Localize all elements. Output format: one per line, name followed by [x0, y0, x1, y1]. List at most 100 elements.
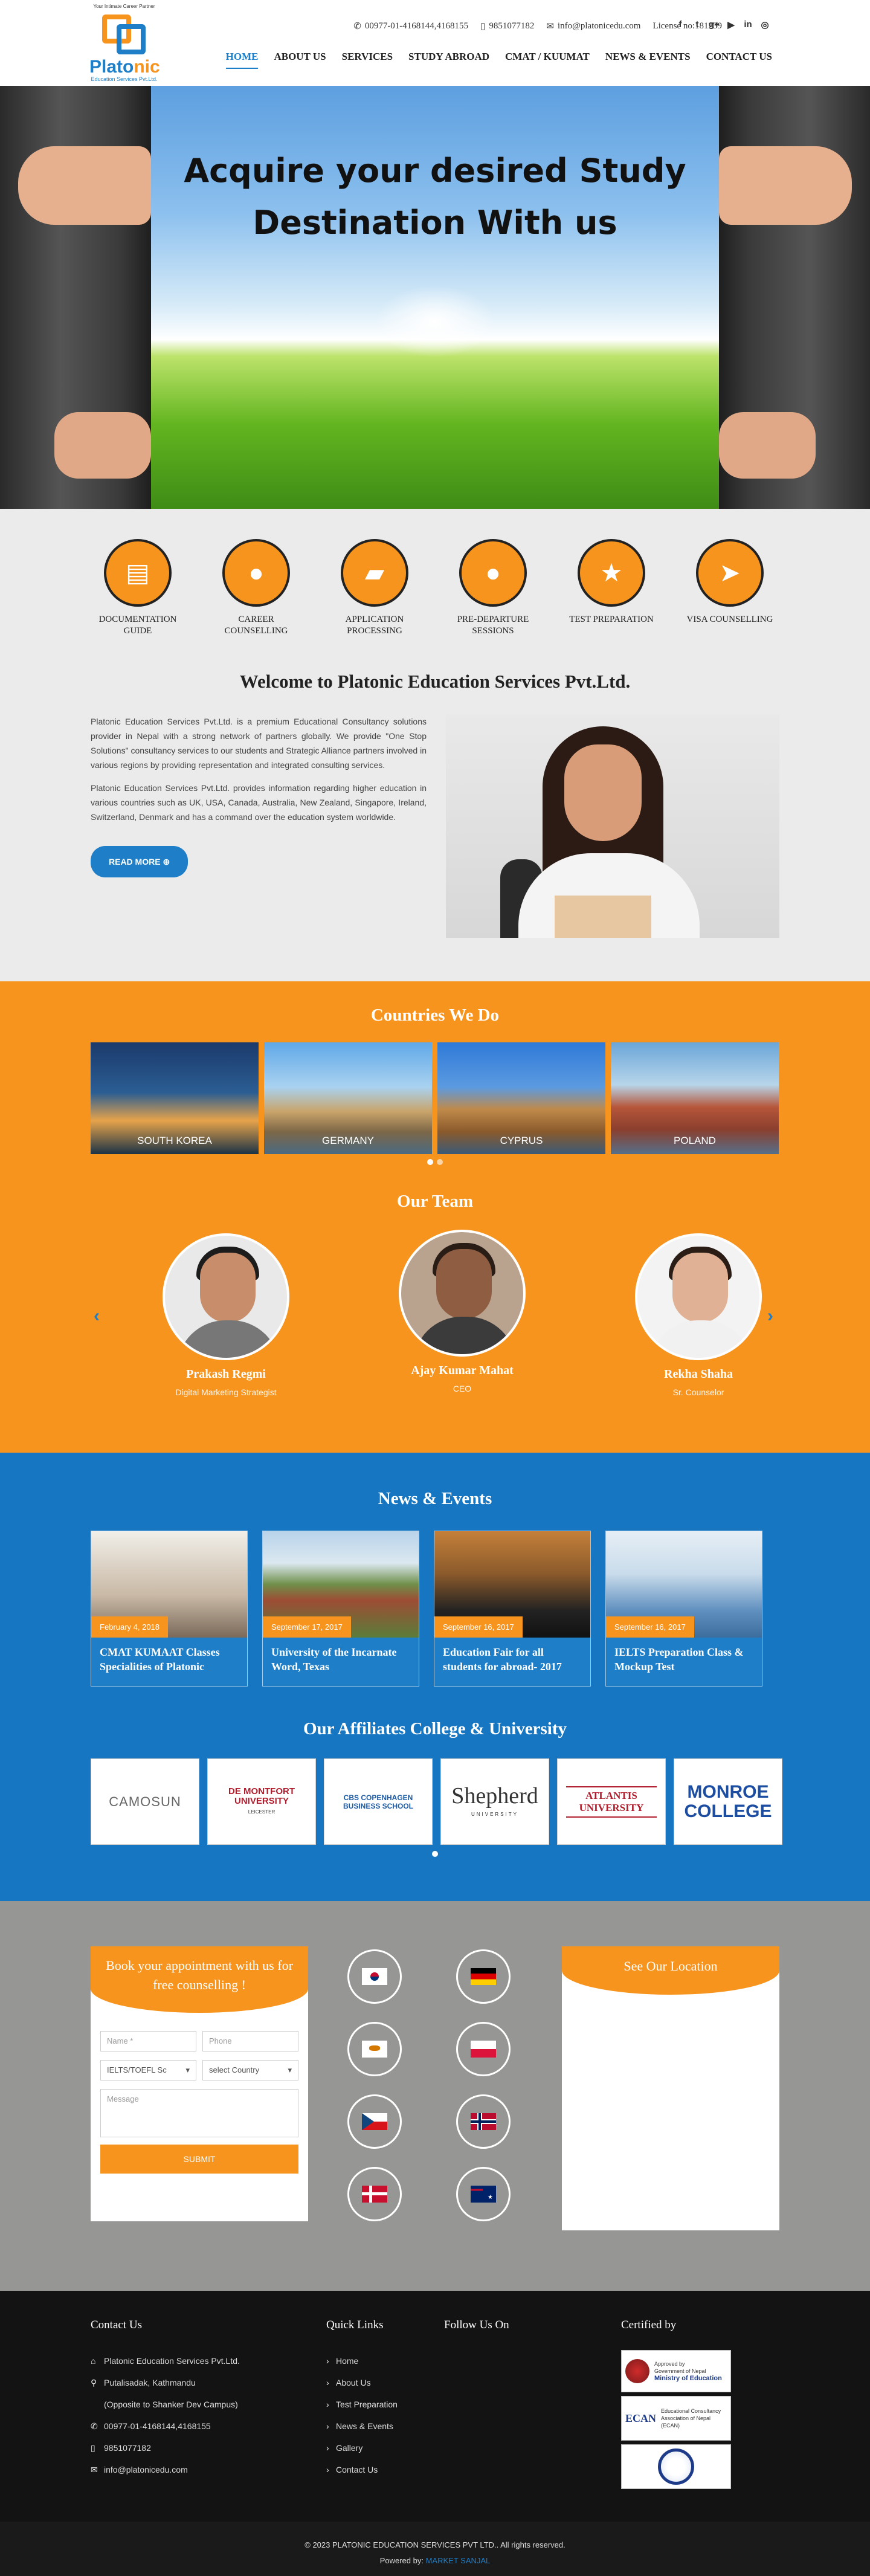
service-list: ▤ DOCUMENTATION GUIDE ● CAREER COUNSELLING… — [0, 539, 870, 637]
news-card[interactable]: September 17, 2017 University of the Inc… — [262, 1531, 419, 1687]
location-map[interactable]: See Our Location — [562, 1946, 779, 2230]
logo-subtitle: Education Services Pvt.Ltd. — [91, 76, 158, 82]
czech-flag-icon[interactable] — [347, 2094, 402, 2149]
footer-link-about[interactable]: › About Us — [326, 2372, 398, 2394]
team-member: Prakash Regmi Digital Marketing Strategis… — [160, 1233, 292, 1397]
chevron-down-icon: ▾ — [288, 2065, 292, 2074]
hero-sun — [375, 285, 495, 358]
footer-quick-links: Quick Links › Home › About Us › Test Prepar… — [326, 2319, 398, 2481]
norway-flag-icon[interactable] — [456, 2094, 511, 2149]
nav-contact-us[interactable]: CONTACT US — [706, 51, 772, 69]
chevron-right-icon[interactable]: › — [767, 1306, 773, 1326]
country-card[interactable]: SOUTH KOREA — [91, 1042, 259, 1154]
footer-link-contact[interactable]: › Contact Us — [326, 2459, 398, 2481]
hero-hand — [54, 412, 151, 479]
seal-icon — [658, 2448, 694, 2485]
hero-banner: Acquire your desired Study Destination Wi… — [0, 86, 870, 509]
nav-cmat-kuumat[interactable]: CMAT / KUUMAT — [505, 51, 590, 69]
welcome-paragraph: Platonic Education Services Pvt.Ltd. pro… — [91, 783, 427, 822]
google-plus-icon[interactable]: g+ — [709, 19, 720, 30]
certificate-moe: Approved by Government of Nepal Ministry o… — [621, 2350, 731, 2392]
country-select[interactable]: select Country ▾ — [202, 2060, 298, 2080]
country-carousel: SOUTH KOREA GERMANY CYPRUS POLAND — [91, 1042, 870, 1154]
affiliate-logo[interactable]: CAMOSUN — [91, 1758, 199, 1845]
social-links: f t g+ ▶ in ◎ — [675, 19, 770, 30]
denmark-flag-icon[interactable] — [347, 2167, 402, 2221]
nav-news-events[interactable]: NEWS & EVENTS — [605, 51, 691, 69]
member-photo — [635, 1233, 762, 1360]
pagination-dot[interactable] — [427, 1159, 433, 1165]
affiliate-logo[interactable]: ATLANTIS UNIVERSITY — [557, 1758, 666, 1845]
send-icon: ➤ — [696, 539, 764, 607]
germany-flag-icon[interactable] — [456, 1949, 511, 2004]
read-more-button[interactable]: READ MORE ⊕ — [91, 846, 188, 877]
country-card[interactable]: CYPRUS — [437, 1042, 605, 1154]
footer-link-news[interactable]: › News & Events — [326, 2415, 398, 2437]
service-item[interactable]: ▰ APPLICATION PROCESSING — [329, 539, 420, 637]
cyprus-flag-icon[interactable] — [347, 2022, 402, 2076]
powered-by-link[interactable]: MARKET SANJAL — [426, 2556, 491, 2565]
service-item[interactable]: ➤ VISA COUNSELLING — [685, 539, 775, 637]
counselling-form: Name * Phone IELTS/TOEFL Sc ▾ select Cou… — [91, 2013, 308, 2174]
footer-link-test-prep[interactable]: › Test Preparation — [326, 2394, 398, 2415]
logo-tagline: Your Intimate Career Partner — [93, 4, 155, 9]
news-image: September 16, 2017 — [606, 1531, 762, 1638]
site-header: Your Intimate Career Partner Platonic Ed… — [0, 0, 870, 86]
service-item[interactable]: ● CAREER COUNSELLING — [211, 539, 301, 637]
news-title: News & Events — [378, 1489, 492, 1508]
nav-home[interactable]: HOME — [225, 51, 259, 69]
news-image: February 4, 2018 — [91, 1531, 247, 1638]
test-select[interactable]: IELTS/TOEFL Sc ▾ — [100, 2060, 196, 2080]
logo-mark-icon — [98, 11, 150, 57]
map-marker-icon: ⚲ — [91, 2378, 97, 2387]
mobile-info: ▯ 9851077182 — [480, 21, 535, 31]
nav-services[interactable]: SERVICES — [342, 51, 393, 69]
news-card[interactable]: September 16, 2017 IELTS Preparation Cla… — [605, 1531, 762, 1687]
pagination-dot[interactable] — [437, 1159, 443, 1165]
instagram-icon[interactable]: ◎ — [759, 19, 770, 30]
footer-link-home[interactable]: › Home — [326, 2350, 398, 2372]
poland-flag-icon[interactable] — [456, 2022, 511, 2076]
affiliate-logo[interactable]: Shepherd UNIVERSITY — [440, 1758, 549, 1845]
service-item[interactable]: ● PRE-DEPARTURE SESSIONS — [448, 539, 538, 637]
copyright-bar: © 2023 PLATONIC EDUCATION SERVICES PVT L… — [0, 2522, 870, 2576]
australia-flag-icon[interactable]: ★ — [456, 2167, 511, 2221]
news-card[interactable]: September 16, 2017 Education Fair for al… — [434, 1531, 591, 1687]
affiliate-logo[interactable]: DE MONTFORT UNIVERSITY LEICESTER — [207, 1758, 316, 1845]
twitter-icon[interactable]: t — [692, 19, 703, 30]
location-title: See Our Location — [562, 1946, 779, 1995]
youtube-icon[interactable]: ▶ — [726, 19, 736, 30]
affiliate-logo[interactable]: CBS COPENHAGEN BUSINESS SCHOOL — [324, 1758, 433, 1845]
country-card[interactable]: GERMANY — [264, 1042, 432, 1154]
member-photo — [399, 1230, 526, 1357]
message-field[interactable]: Message — [100, 2089, 298, 2137]
footer-link-gallery[interactable]: › Gallery — [326, 2437, 398, 2459]
service-item[interactable]: ▤ DOCUMENTATION GUIDE — [92, 539, 183, 637]
affiliate-logo[interactable]: MONROE COLLEGE — [674, 1758, 782, 1845]
nav-about-us[interactable]: ABOUT US — [274, 51, 326, 69]
certificate-ecan: ECAN Educational Consultancy Association… — [621, 2396, 731, 2441]
submit-button[interactable]: SUBMIT — [100, 2145, 298, 2174]
footer-follow: Follow Us On — [444, 2319, 509, 2331]
chevron-left-icon[interactable]: ‹ — [94, 1306, 100, 1326]
name-field[interactable]: Name * — [100, 2031, 196, 2051]
country-card[interactable]: POLAND — [611, 1042, 779, 1154]
facebook-icon[interactable]: f — [675, 19, 686, 30]
welcome-title: Welcome to Platonic Education Services P… — [239, 671, 631, 692]
south-korea-flag-icon[interactable] — [347, 1949, 402, 2004]
linkedin-icon[interactable]: in — [743, 19, 753, 30]
nepal-emblem-icon — [625, 2359, 649, 2383]
footer-email[interactable]: ✉ info@platonicedu.com — [91, 2459, 240, 2481]
logo[interactable]: Your Intimate Career Partner Platonic Ed… — [89, 4, 160, 82]
service-item[interactable]: ★ TEST PREPARATION — [566, 539, 657, 637]
phone-field[interactable]: Phone — [202, 2031, 298, 2051]
welcome-paragraph: Platonic Education Services Pvt.Ltd. is … — [91, 717, 427, 770]
team-title: Our Team — [397, 1192, 473, 1211]
nav-study-abroad[interactable]: STUDY ABROAD — [408, 51, 489, 69]
comment-icon: ● — [459, 539, 527, 607]
email-info[interactable]: ✉ info@platonicedu.com — [546, 21, 640, 32]
pagination-dot[interactable] — [432, 1851, 438, 1857]
home-icon: ⌂ — [91, 2356, 96, 2366]
news-card[interactable]: February 4, 2018 CMAT KUMAAT Classes Spe… — [91, 1531, 248, 1687]
contact-bar: ✆ 00977-01-4168144,4168155 ▯ 9851077182 ✉ i… — [353, 21, 722, 32]
